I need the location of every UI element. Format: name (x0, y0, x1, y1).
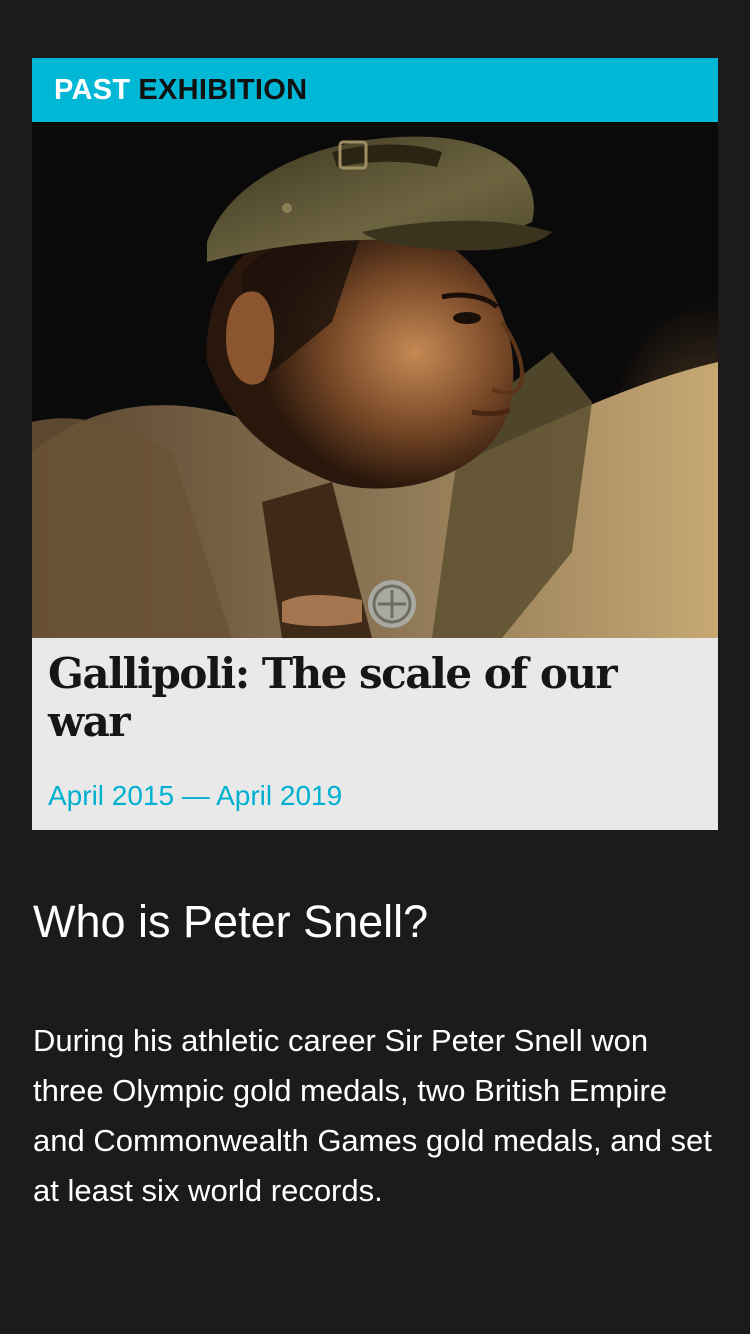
exhibition-dates: April 2015 — April 2019 (48, 780, 343, 811)
exhibition-title[interactable]: Gallipoli: The scale of our war (48, 650, 648, 746)
exhibition-photo[interactable] (32, 122, 718, 638)
exhibition-card[interactable]: PAST EXHIBITION Gallipoli: The scale of … (32, 58, 718, 830)
exhibition-caption: Gallipoli: The scale of our war April 20… (32, 638, 718, 830)
past-label: PAST (54, 73, 131, 106)
article-heading: Who is Peter Snell? (33, 896, 429, 947)
article-body: During his athletic career Sir Peter Sne… (33, 1023, 712, 1208)
exhibition-label: EXHIBITION (138, 73, 308, 106)
exhibition-status-banner: PAST EXHIBITION (32, 58, 718, 122)
